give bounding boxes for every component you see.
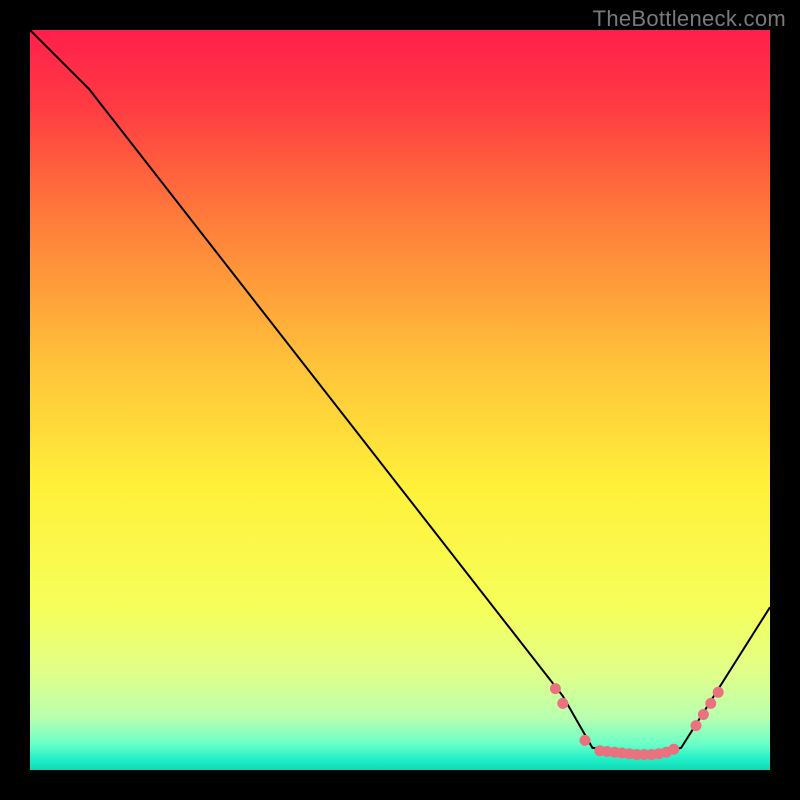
chart-marker-dot bbox=[557, 698, 568, 709]
chart-marker-dot bbox=[705, 698, 716, 709]
chart-marker-dot bbox=[713, 687, 724, 698]
chart-frame: TheBottleneck.com bbox=[0, 0, 800, 800]
watermark-text: TheBottleneck.com bbox=[593, 6, 786, 32]
chart-plot bbox=[30, 30, 770, 770]
chart-marker-dot bbox=[668, 744, 679, 755]
chart-marker-dot bbox=[580, 735, 591, 746]
chart-marker-dot bbox=[691, 720, 702, 731]
chart-svg bbox=[30, 30, 770, 770]
gradient-background bbox=[30, 30, 770, 770]
chart-marker-dot bbox=[550, 683, 561, 694]
chart-marker-dot bbox=[698, 709, 709, 720]
